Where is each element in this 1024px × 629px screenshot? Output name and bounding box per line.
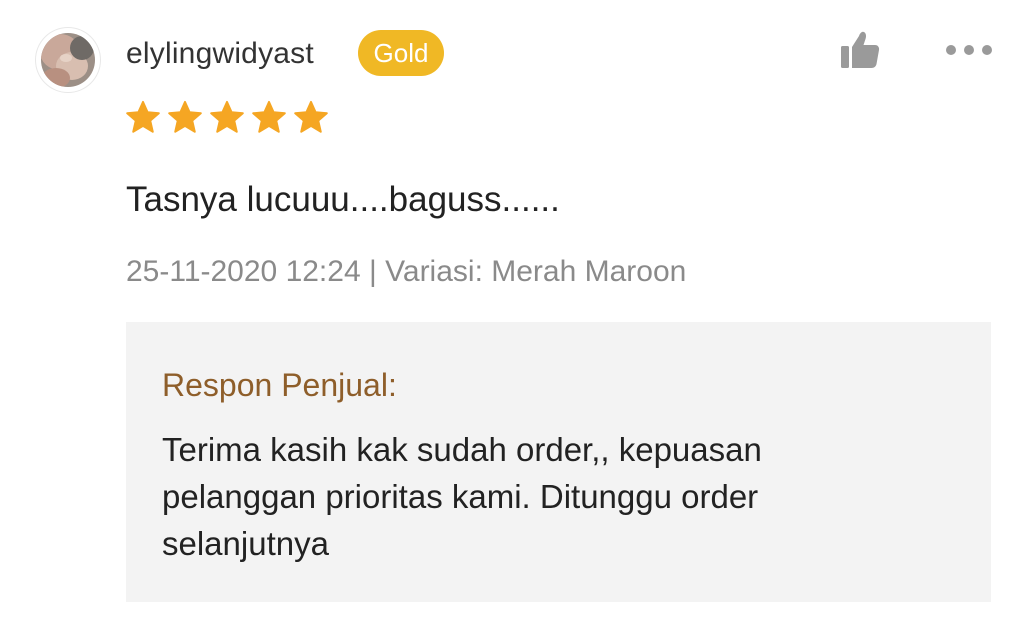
star-rating	[124, 98, 330, 138]
star-icon	[294, 100, 328, 133]
star-icon	[252, 100, 286, 133]
username[interactable]: elylingwidyast	[126, 34, 314, 74]
avatar-image	[37, 29, 99, 91]
thumbs-up-icon[interactable]	[838, 28, 882, 72]
seller-response-text: Terima kasih kak sudah order,, kepuasan …	[162, 431, 762, 562]
seller-response-title: Respon Penjual:	[162, 367, 397, 403]
review-text: Tasnya lucuuu....baguss......	[126, 180, 560, 219]
more-dots-icon[interactable]	[944, 36, 994, 64]
star-icon	[126, 100, 160, 133]
review-card: elylingwidyast Gold Tasnya lucuuu....bag…	[0, 0, 1024, 629]
avatar[interactable]	[36, 28, 100, 92]
tier-badge: Gold	[358, 30, 444, 76]
star-icon	[168, 100, 202, 133]
star-icon	[210, 100, 244, 133]
seller-response-box: Respon Penjual: Terima kasih kak sudah o…	[126, 322, 991, 602]
review-meta: 25-11-2020 12:24 | Variasi: Merah Maroon	[126, 255, 687, 288]
